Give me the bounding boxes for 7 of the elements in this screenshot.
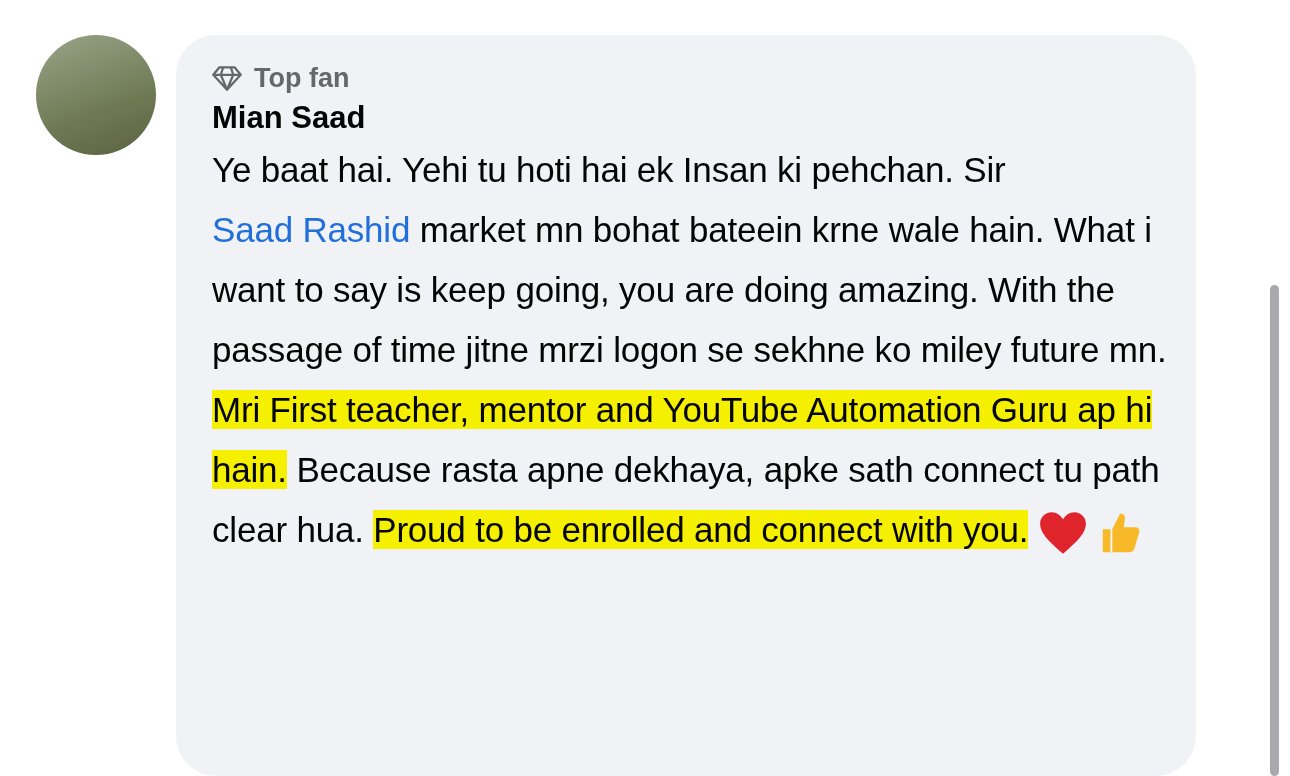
mention-link[interactable]: Saad Rashid <box>212 210 411 249</box>
heart-icon <box>1037 509 1088 556</box>
diamond-icon <box>212 66 242 91</box>
author-name[interactable]: Mian Saad <box>212 100 1176 136</box>
badge-label: Top fan <box>254 63 350 94</box>
scrollbar[interactable] <box>1270 285 1279 776</box>
comment-text: Ye baat hai. Yehi tu hoti hai ek Insan ki pehchan. Sir Saad Rashid market mn bohat bateein krne wale hain. What i want to say is keep going, you are doing amazing. With the passage of time jitne mrzi logon se sekhne ko miley future mn. Mri First teacher, mentor and YouTube Automation Guru ap hi hain. Because rasta apne dekhaya, apke sath connect tu path clear hua. Proud to be enrolled and connect with you. <box>212 140 1212 560</box>
